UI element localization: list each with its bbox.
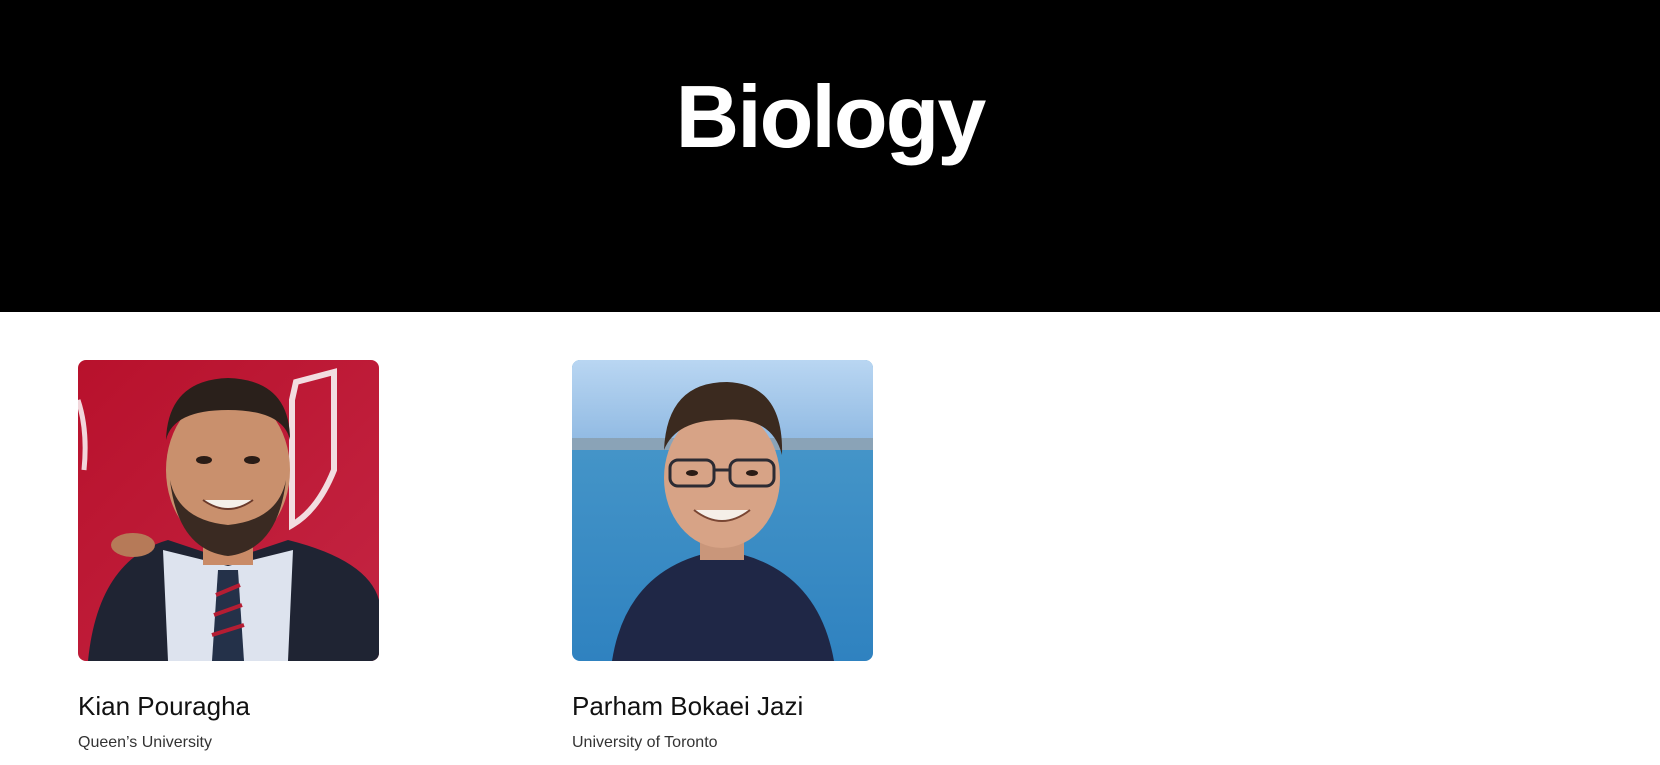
person-card[interactable]: Kian Pouragha Queen’s University <box>78 360 379 753</box>
person-school: Queen’s University <box>78 734 212 751</box>
person-name: Kian Pouragha <box>78 691 251 721</box>
profile-photo <box>572 360 873 661</box>
profile-photo <box>78 360 379 661</box>
page-title: Biology <box>675 67 987 166</box>
person-card[interactable]: Parham Bokaei Jazi University of Toronto <box>572 360 873 753</box>
person-name: Parham Bokaei Jazi <box>572 691 804 721</box>
person-school: University of Toronto <box>572 734 718 751</box>
hero-banner: Biology <box>0 0 1660 312</box>
